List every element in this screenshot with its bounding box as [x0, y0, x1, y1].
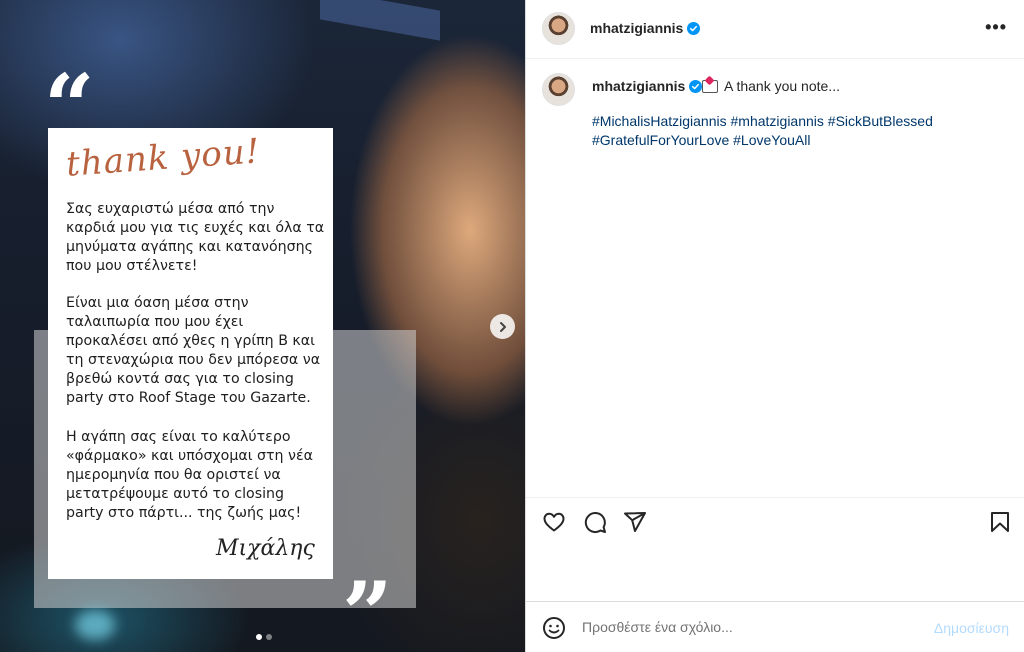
- like-button[interactable]: [542, 510, 566, 539]
- post-actions-bar: [526, 497, 1024, 547]
- thank-you-heading: thank you!: [64, 131, 262, 185]
- carousel-dot-active: [256, 634, 262, 640]
- bookmark-icon: [991, 512, 1009, 532]
- comment-input[interactable]: [582, 614, 912, 640]
- thank-you-card: thank you! Σας ευχαριστώ μέσα από την κα…: [48, 128, 333, 579]
- caption-username[interactable]: mhatzigiannis: [592, 78, 703, 94]
- hashtag-link[interactable]: #mhatzigiannis: [731, 113, 824, 129]
- hashtag-link[interactable]: #LoveYouAll: [733, 132, 810, 148]
- hashtag-link[interactable]: #GratefulForYourLove: [592, 132, 729, 148]
- background-light: [320, 0, 440, 41]
- caption-hashtags: #MichalisHatzigiannis #mhatzigiannis #Si…: [592, 112, 1012, 150]
- close-quote-mark: ”: [342, 562, 393, 652]
- post-media[interactable]: “ thank you! Σας ευχαριστώ μέσα από την …: [0, 0, 525, 652]
- save-button[interactable]: [988, 510, 1012, 539]
- author-username[interactable]: mhatzigiannis: [590, 20, 701, 36]
- more-options-button[interactable]: •••: [985, 18, 1007, 36]
- signature: Μιχάλης: [216, 536, 315, 561]
- comment-button[interactable]: [583, 510, 607, 539]
- post-comment-button[interactable]: Δημοσίευση: [934, 620, 1009, 636]
- share-button[interactable]: [623, 510, 647, 539]
- love-letter-icon: [702, 80, 718, 93]
- verified-badge-icon: [689, 80, 703, 93]
- caption-author-avatar[interactable]: [542, 73, 575, 106]
- chevron-right-icon: [499, 321, 506, 332]
- card-paragraph-1: Σας ευχαριστώ μέσα από την καρδιά μου γι…: [66, 201, 325, 274]
- card-paragraph-3: Η αγάπη σας είναι το καλύτερο «φάρμακο» …: [66, 429, 313, 521]
- author-username-text[interactable]: mhatzigiannis: [590, 20, 683, 36]
- add-comment-bar: Δημοσίευση: [526, 601, 1024, 652]
- emoji-picker-button[interactable]: [542, 616, 566, 645]
- paper-plane-icon: [624, 512, 646, 532]
- verified-badge-icon: [687, 22, 701, 35]
- author-avatar[interactable]: [542, 12, 575, 45]
- stage-light: [75, 610, 115, 640]
- carousel-dot: [266, 634, 272, 640]
- smiley-icon: [543, 617, 565, 639]
- instagram-post-view: “ thank you! Σας ευχαριστώ μέσα από την …: [0, 0, 1024, 652]
- card-paragraph-2: Είναι μια όαση μέσα στην ταλαιπωρία που …: [66, 295, 321, 406]
- speech-bubble-icon: [584, 512, 606, 534]
- heart-icon: [543, 512, 565, 532]
- post-details-pane: mhatzigiannis ••• mhatzigiannis A thank …: [525, 0, 1024, 652]
- hashtag-link[interactable]: #SickButBlessed: [828, 113, 933, 129]
- caption-username-text[interactable]: mhatzigiannis: [592, 78, 685, 94]
- hashtag-link[interactable]: #MichalisHatzigiannis: [592, 113, 727, 129]
- caption-body: A thank you note...: [724, 78, 840, 94]
- caption-text: A thank you note...: [702, 78, 840, 94]
- carousel-next-button[interactable]: [490, 314, 515, 339]
- carousel-indicator: [256, 634, 272, 640]
- post-header: mhatzigiannis •••: [526, 0, 1024, 59]
